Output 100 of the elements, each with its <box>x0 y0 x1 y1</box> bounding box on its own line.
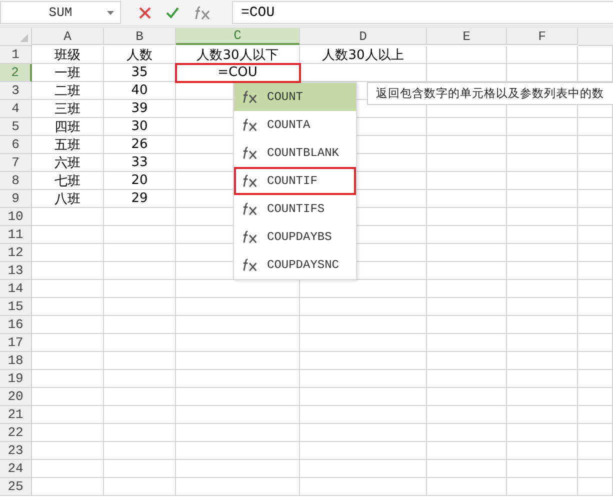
row-header[interactable]: 23 <box>0 442 32 460</box>
row-header[interactable]: 25 <box>0 478 32 496</box>
insert-function-button[interactable] <box>194 6 212 20</box>
table-cell: 30 <box>104 118 176 136</box>
empty-cell <box>578 118 613 136</box>
empty-cell <box>507 280 578 298</box>
empty-cell <box>507 478 578 496</box>
row-header[interactable]: 7 <box>0 154 32 172</box>
row-header[interactable]: 5 <box>0 118 32 136</box>
empty-cell <box>507 334 578 352</box>
empty-cell <box>578 478 613 496</box>
row-header[interactable]: 1 <box>0 46 32 64</box>
row-header[interactable]: 18 <box>0 352 32 370</box>
row-header[interactable]: 16 <box>0 316 32 334</box>
column-header[interactable]: F <box>507 28 578 45</box>
formula-input-field[interactable]: =COU <box>232 1 613 24</box>
empty-cell <box>578 190 613 208</box>
empty-cell <box>104 478 176 496</box>
column-header[interactable]: A <box>32 28 104 45</box>
empty-cell <box>578 352 613 370</box>
table-cell: 人数 <box>104 46 176 64</box>
function-icon <box>242 146 259 160</box>
row-header[interactable]: 2 <box>0 64 32 82</box>
empty-cell <box>507 262 578 280</box>
empty-cell <box>104 442 176 460</box>
confirm-button[interactable] <box>166 6 179 18</box>
name-box[interactable]: SUM <box>0 1 121 24</box>
empty-cell <box>104 280 176 298</box>
empty-cell <box>578 406 613 424</box>
empty-cell <box>578 460 613 478</box>
column-header[interactable]: C <box>176 28 300 45</box>
row-header[interactable]: 13 <box>0 262 32 280</box>
function-suggestion[interactable]: COUNTIFS <box>234 195 356 223</box>
table-cell: 人数30人以上 <box>300 46 427 64</box>
table-cell: 三班 <box>32 100 104 118</box>
function-suggestion[interactable]: COUPDAYSNC <box>234 251 356 279</box>
row-header[interactable]: 20 <box>0 388 32 406</box>
function-suggestion[interactable]: COUNTBLANK <box>234 139 356 167</box>
dropdown-caret-icon <box>107 11 114 15</box>
row-header[interactable]: 15 <box>0 298 32 316</box>
table-cell: 八班 <box>32 190 104 208</box>
empty-cell <box>578 316 613 334</box>
row-header[interactable]: 10 <box>0 208 32 226</box>
table-cell: 40 <box>104 82 176 100</box>
row-header[interactable]: 3 <box>0 82 32 100</box>
row-header[interactable]: 4 <box>0 100 32 118</box>
empty-cell <box>104 334 176 352</box>
function-suggestion[interactable]: COUNTIF <box>234 167 356 195</box>
empty-cell <box>507 244 578 262</box>
row-header[interactable]: 11 <box>0 226 32 244</box>
empty-cell <box>104 352 176 370</box>
row-header[interactable]: 22 <box>0 424 32 442</box>
empty-cell <box>104 460 176 478</box>
table-cell: 人数30人以下 <box>176 46 300 64</box>
row-header[interactable]: 21 <box>0 406 32 424</box>
row-header[interactable]: 12 <box>0 244 32 262</box>
table-cell: 26 <box>104 136 176 154</box>
cancel-button[interactable] <box>139 6 151 18</box>
empty-cell <box>507 316 578 334</box>
empty-cell <box>507 298 578 316</box>
function-icon <box>242 258 259 272</box>
empty-cell <box>578 208 613 226</box>
row-header[interactable]: 8 <box>0 172 32 190</box>
row-header[interactable]: 6 <box>0 136 32 154</box>
empty-cell <box>104 424 176 442</box>
table-cell: 四班 <box>32 118 104 136</box>
row-header[interactable]: 9 <box>0 190 32 208</box>
empty-cell <box>507 442 578 460</box>
function-tooltip: 返回包含数字的单元格以及参数列表中的数 <box>367 82 613 105</box>
column-header[interactable]: D <box>300 28 427 45</box>
empty-cell <box>507 208 578 226</box>
empty-cell <box>507 118 578 136</box>
empty-cell <box>507 424 578 442</box>
empty-cell <box>507 136 578 154</box>
function-icon <box>242 174 259 188</box>
table-cell: 29 <box>104 190 176 208</box>
empty-cell <box>507 406 578 424</box>
empty-cell <box>507 226 578 244</box>
table-cell: 五班 <box>32 136 104 154</box>
function-suggestion[interactable]: COUNT <box>234 83 356 111</box>
empty-cell <box>104 316 176 334</box>
column-header[interactable]: B <box>104 28 176 45</box>
row-header[interactable]: 14 <box>0 280 32 298</box>
table-cell: 一班 <box>32 64 104 82</box>
empty-cell <box>507 388 578 406</box>
empty-cell <box>104 388 176 406</box>
column-header[interactable]: E <box>427 28 507 45</box>
empty-cell <box>104 370 176 388</box>
row-header[interactable]: 24 <box>0 460 32 478</box>
row-header[interactable]: 19 <box>0 370 32 388</box>
empty-cell <box>507 154 578 172</box>
table-cell: 七班 <box>32 172 104 190</box>
empty-cell <box>578 244 613 262</box>
empty-cell <box>507 46 578 64</box>
function-suggestion[interactable]: COUPDAYBS <box>234 223 356 251</box>
function-suggestion[interactable]: COUNTA <box>234 111 356 139</box>
active-cell[interactable]: =COU <box>176 64 300 82</box>
empty-cell <box>578 442 613 460</box>
empty-cell <box>578 226 613 244</box>
row-header[interactable]: 17 <box>0 334 32 352</box>
